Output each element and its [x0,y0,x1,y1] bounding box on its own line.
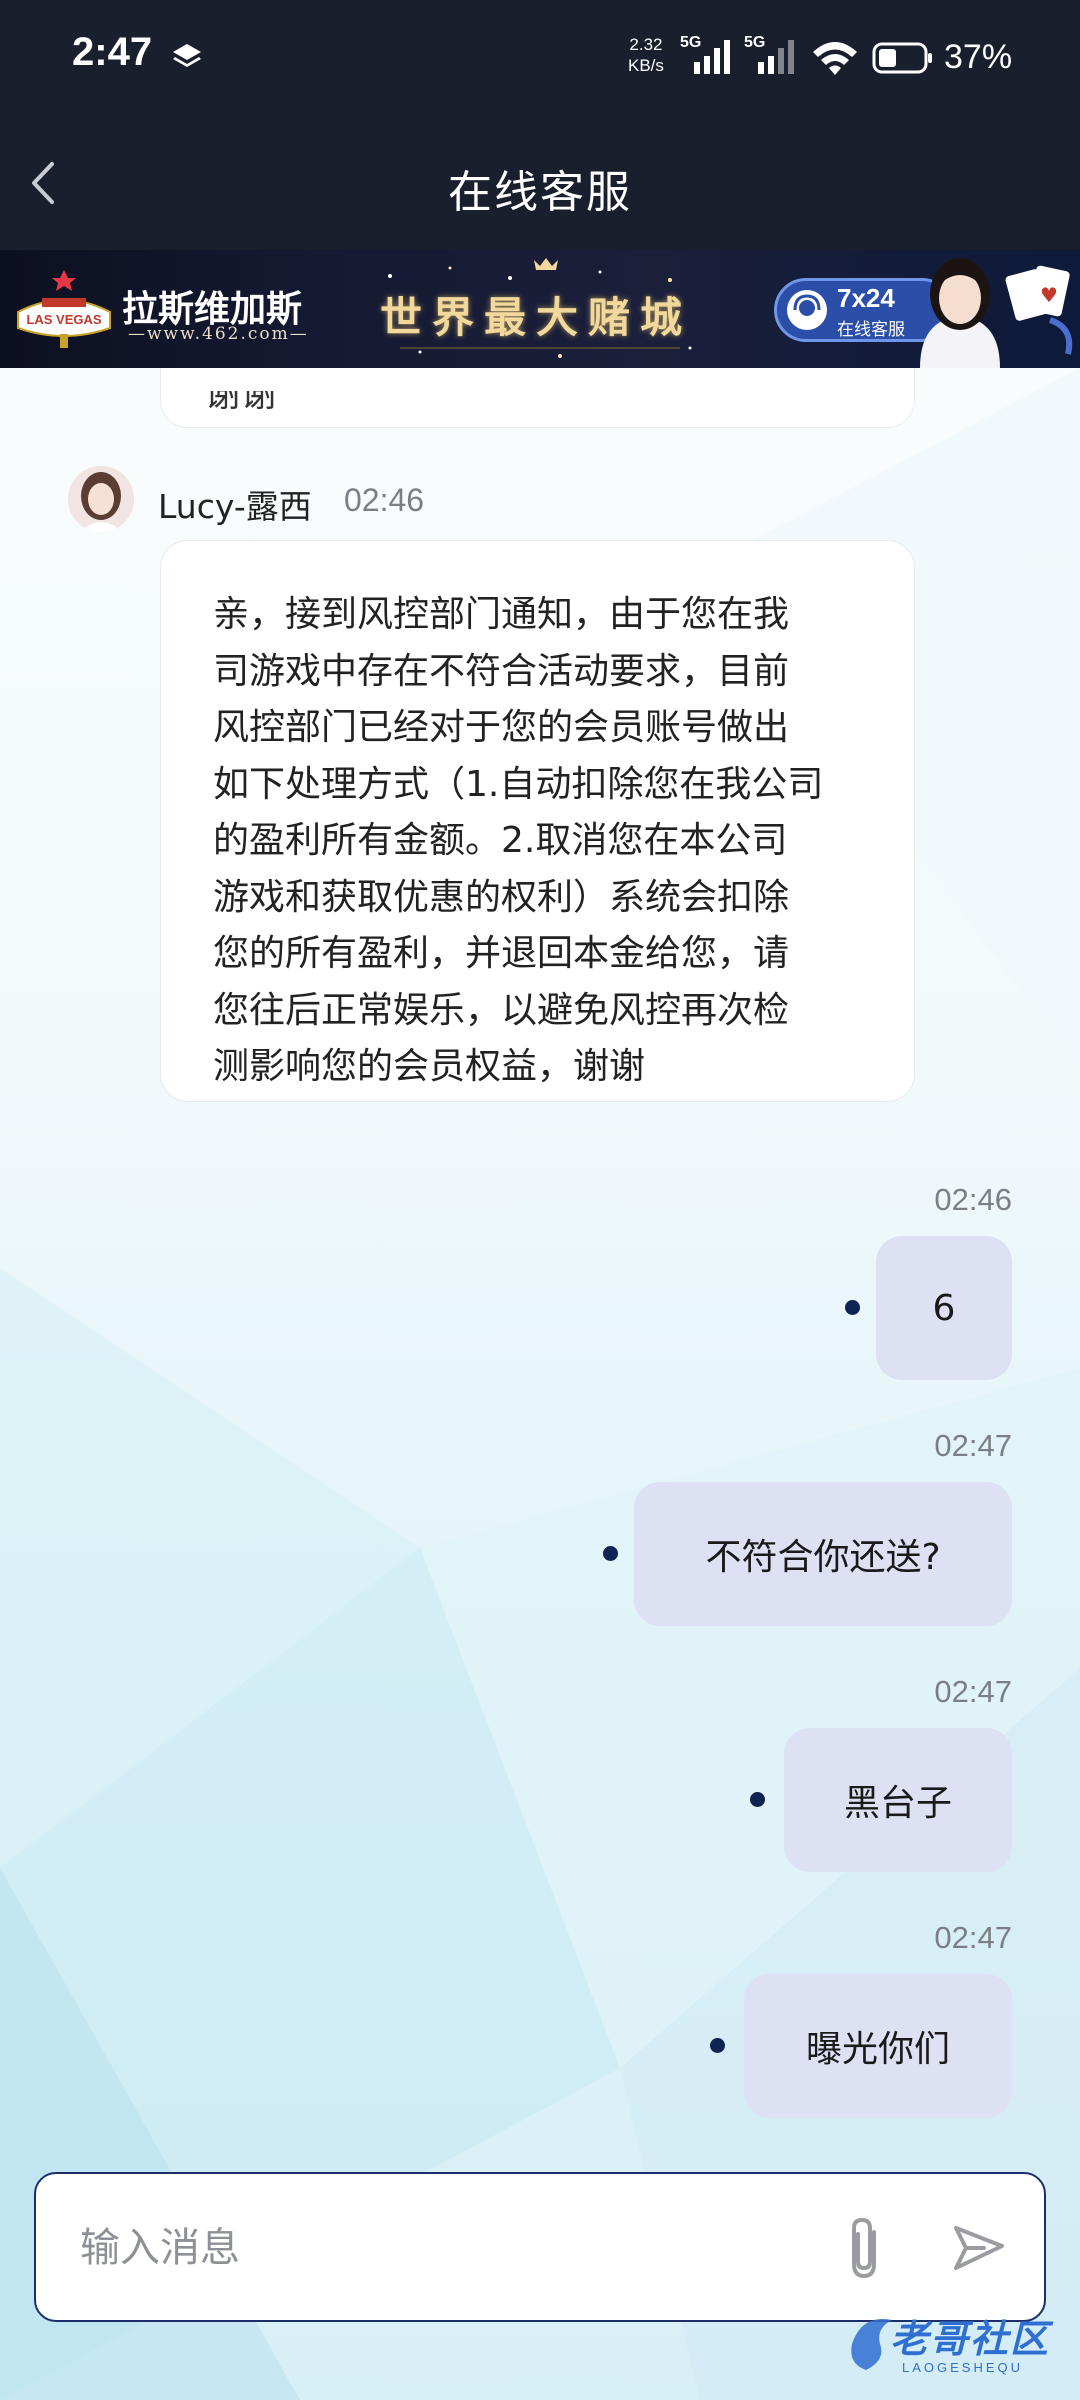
layers-icon [173,44,201,67]
status-time: 2:47 [72,30,153,74]
watermark-logo: 老哥社区 LAOGESHEQU [842,2300,1072,2390]
battery-icon [872,42,932,74]
las-vegas-logo-icon: LAS VEGAS [17,270,111,348]
status-bar: 2:47 2.32 KB/s 5G 5G 37% [0,0,1080,120]
send-icon[interactable] [948,2218,1008,2278]
top-bar: 2:47 2.32 KB/s 5G 5G 37% 在线客服 [0,0,1080,250]
user-message-bubble: 黑台子 [784,1728,1012,1872]
agent-message-bubble: 亲，接到风控部门通知，由于您在我 司游戏中存在不符合活动要求，目前 风控部门已经… [160,540,915,1102]
paperclip-icon[interactable] [836,2214,896,2284]
message-time: 02:47 [934,1674,1012,1709]
sent-status-dot [710,2038,725,2053]
agent-name: Lucy-露西 [158,487,312,526]
user-message-bubble: 不符合你还送? [634,1482,1012,1626]
banner-slogan: 世界最大赌城 [380,293,693,342]
sent-status-dot [750,1792,765,1807]
wifi-icon [813,42,857,75]
banner-url: —www.462.com— [128,324,309,344]
message-time: 02:47 [934,1428,1012,1463]
network-speed: 2.32 KB/s [628,35,664,75]
battery-percentage: 37% [944,38,1013,76]
sent-status-dot [845,1300,860,1315]
signal-sim2-icon: 5G [744,34,800,76]
page-title: 在线客服 [448,167,632,218]
message-time: 02:46 [344,482,425,518]
chat-area[interactable]: 谢谢 Lucy-露西 02:46 亲，接到风控部门通知，由于您在我 司游戏中存在… [0,368,1080,2400]
sent-status-dot [603,1546,618,1561]
playing-cards-icon: ♥ [1005,265,1073,355]
previous-message-bubble: 谢谢 [160,368,915,428]
avatar[interactable] [68,466,134,532]
signal-sim1-icon: 5G [680,34,736,76]
message-input[interactable] [80,2210,780,2286]
svg-text:♥: ♥ [1040,283,1058,307]
ad-banner[interactable]: LAS VEGAS 拉斯维加斯 —www.462.com— 世界最大赌城 7x2… [0,250,1080,368]
svg-text:LAS VEGAS: LAS VEGAS [26,312,101,327]
message-time: 02:47 [934,1920,1012,1955]
message-time: 02:46 [934,1182,1012,1217]
user-message-bubble: 曝光你们 [744,1974,1012,2118]
app-header: 在线客服 [0,120,1080,250]
headset-icon [787,290,827,330]
agent-message-text: 亲，接到风控部门通知，由于您在我 司游戏中存在不符合活动要求，目前 风控部门已经… [213,594,824,1087]
user-message-bubble: 6 [876,1236,1012,1380]
